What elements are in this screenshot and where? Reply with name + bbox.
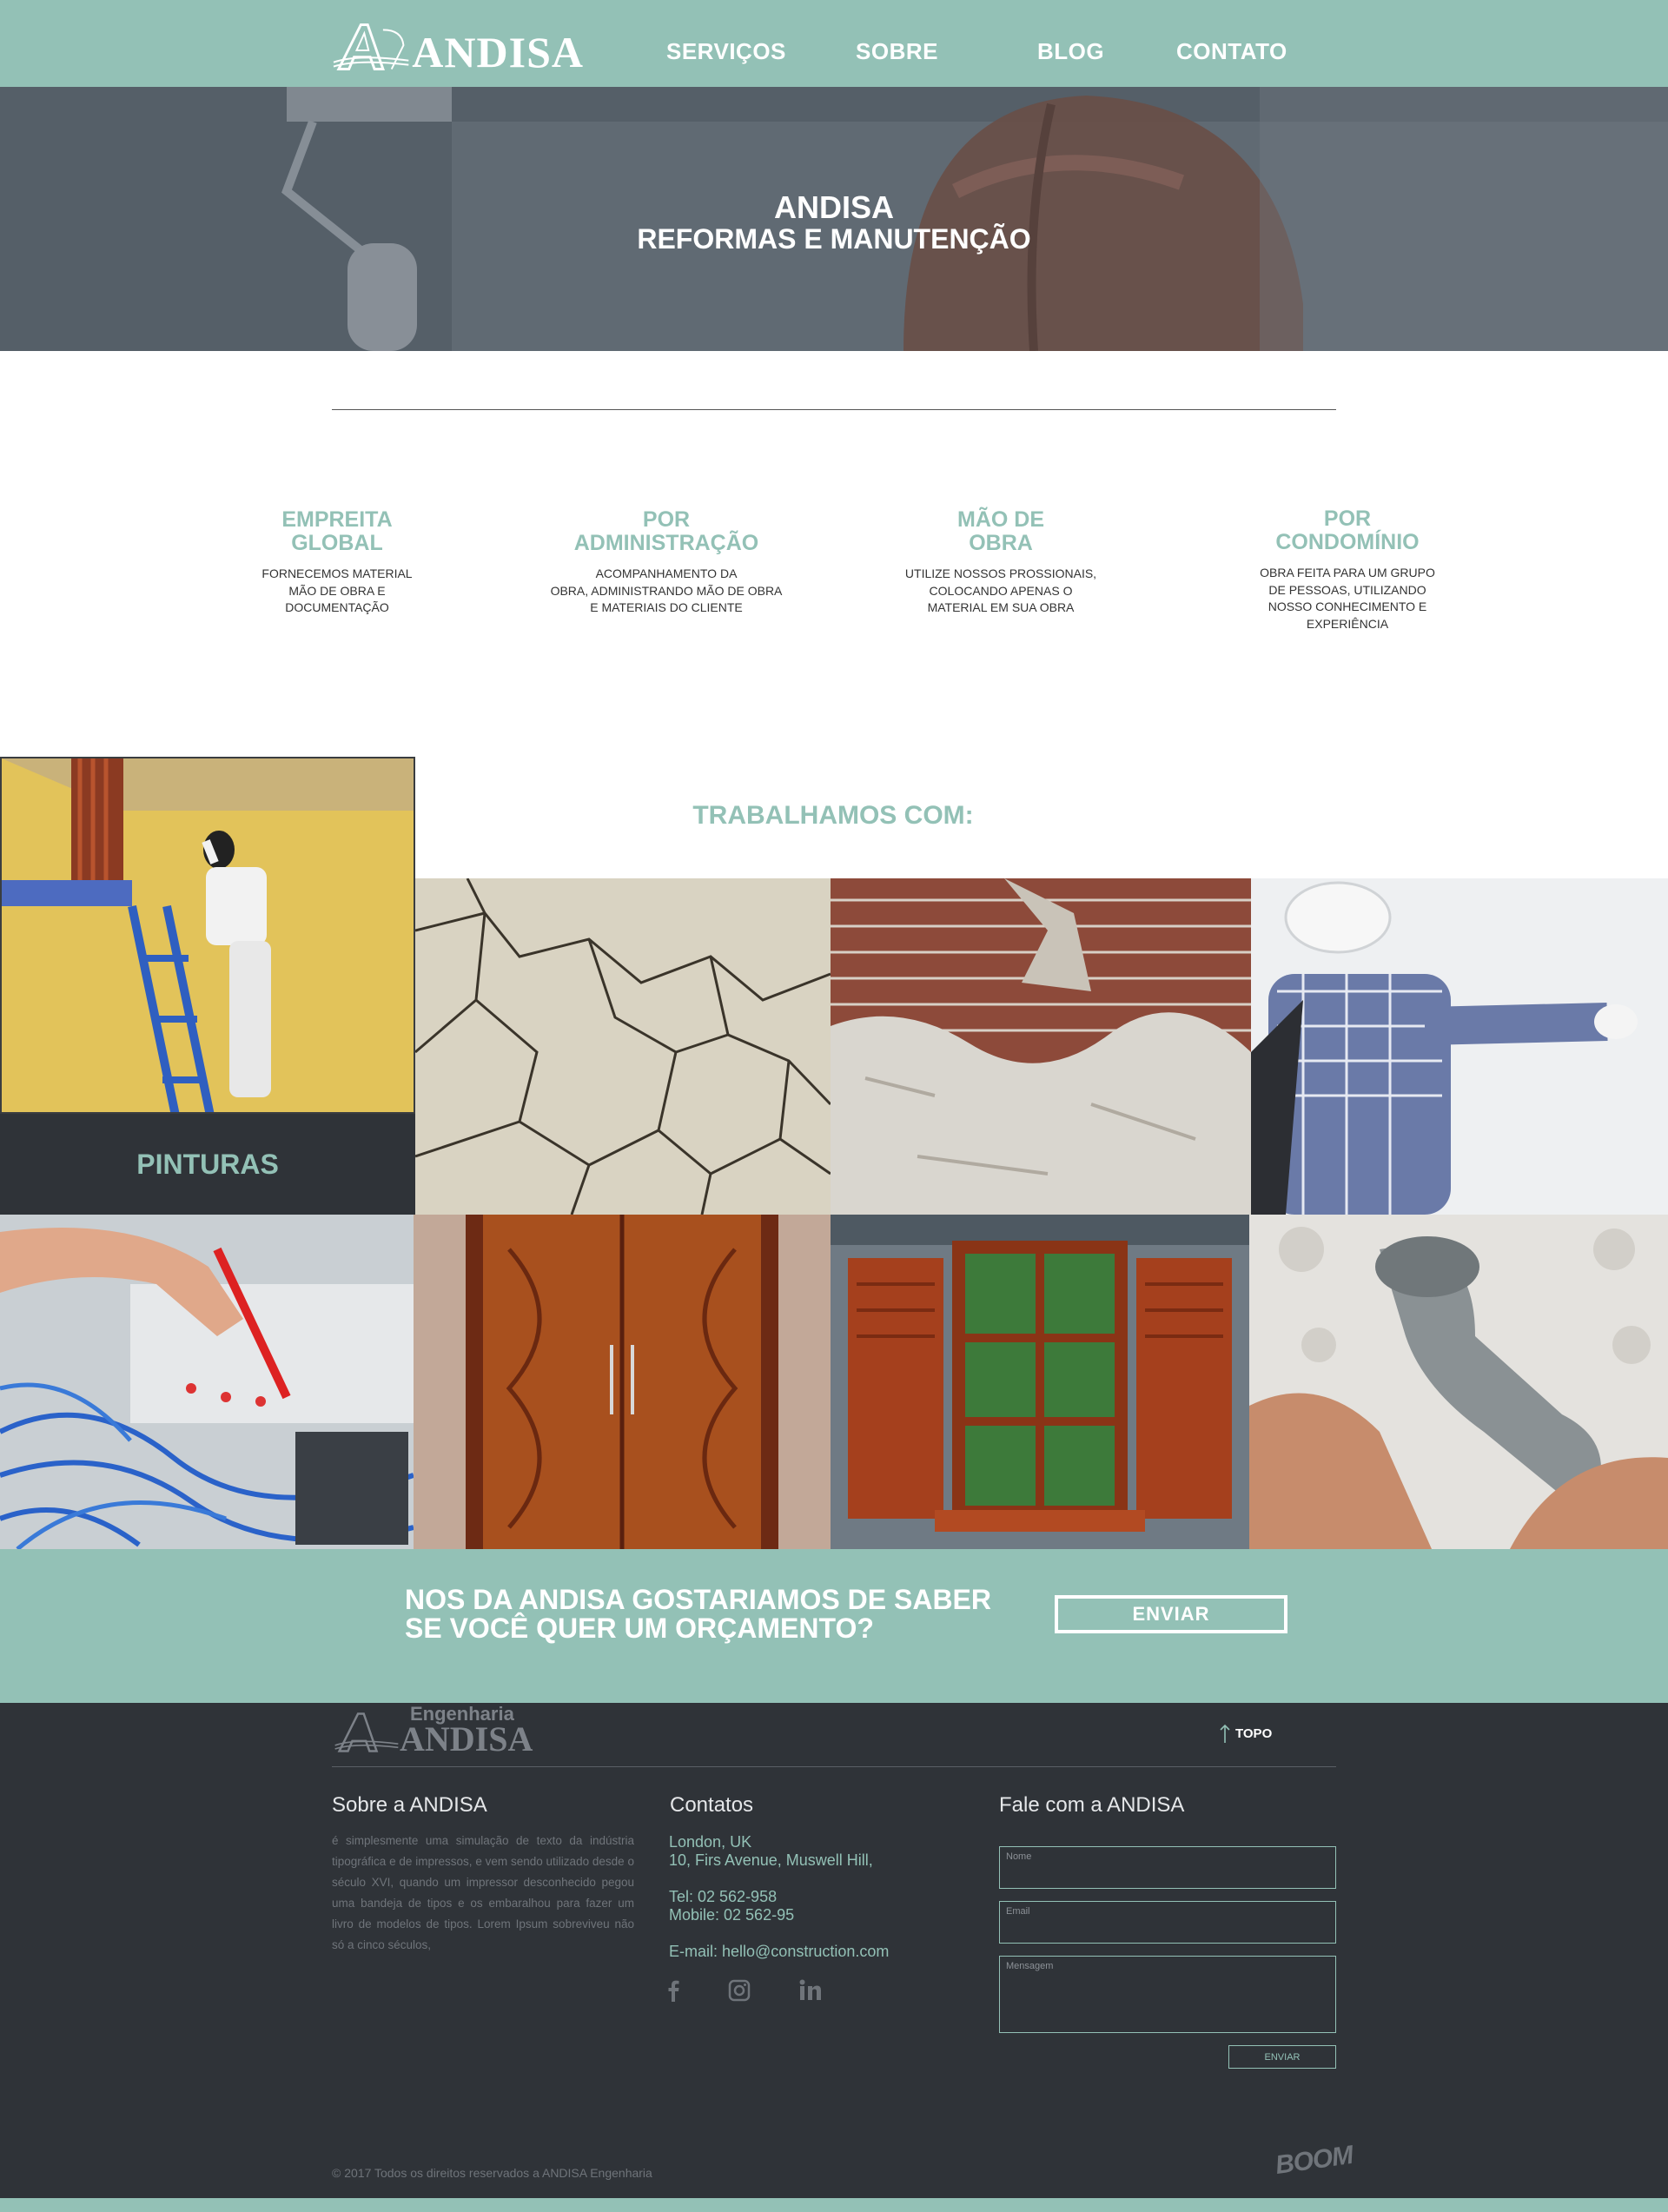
hero-title: ANDISA xyxy=(773,189,894,225)
phone-tel: Tel: 02 562-958 xyxy=(669,1888,778,1905)
cracked-wall-image[interactable] xyxy=(415,878,831,1215)
logo[interactable]: ANDISA xyxy=(332,17,584,76)
service-title: POR CONDOMÍNIO xyxy=(1275,507,1420,554)
instagram-icon[interactable] xyxy=(728,1979,751,2008)
bottom-accent-bar xyxy=(0,2198,1668,2212)
site-header: ANDISA SERVIÇOS SOBRE BLOG CONTATO xyxy=(0,0,1668,87)
phone-mobile: Mobile: 02 562-95 xyxy=(669,1906,795,1924)
footer-divider xyxy=(332,1766,1336,1767)
address-line-1: London, UK xyxy=(669,1833,752,1851)
hero-subtitle: REFORMAS E MANUTENÇÃO xyxy=(637,223,1031,255)
works-title: TRABALHAMOS COM: xyxy=(692,801,974,830)
arrow-up-icon xyxy=(1220,1724,1230,1743)
about-text: é simplesmente uma simulação de texto da… xyxy=(332,1834,634,1951)
service-description: FORNECEMOS MATERIAL MÃO DE OBRA E DOCUME… xyxy=(261,566,413,614)
site-footer: Engenharia ANDISA TOPO Sobre a ANDISA é … xyxy=(0,1703,1668,2198)
section-divider xyxy=(332,409,1336,410)
brick-wall-image[interactable] xyxy=(831,878,1251,1215)
hero-banner: ANDISA REFORMAS E MANUTENÇÃO xyxy=(0,87,1668,351)
service-title: EMPREITA GLOBAL xyxy=(281,507,393,555)
back-to-top-link[interactable]: TOPO xyxy=(1220,1724,1272,1743)
nav-servicos[interactable]: SERVIÇOS xyxy=(666,38,786,65)
email-link[interactable]: E-mail: hello@construction.com xyxy=(669,1943,889,1961)
email-field[interactable]: Email xyxy=(999,1901,1336,1944)
footer-logo-icon xyxy=(334,1712,399,1752)
message-field-label: Mensagem xyxy=(1006,1961,1054,1971)
worker-wall-image[interactable] xyxy=(1251,878,1668,1215)
nav-blog[interactable]: BLOG xyxy=(1037,38,1104,65)
back-to-top-label: TOPO xyxy=(1235,1725,1273,1741)
contacts-title: Contatos xyxy=(670,1793,754,1817)
plumbing-image[interactable] xyxy=(1249,1215,1668,1549)
quote-line-1: NOS DA ANDISA GOSTARIAMOS DE SABER xyxy=(405,1584,991,1615)
nav-contato[interactable]: CONTATO xyxy=(1176,38,1287,65)
service-description: UTILIZE NOSSOS PROSSIONAIS, COLOCANDO AP… xyxy=(904,566,1097,614)
copyright-text: © 2017 Todos os direitos reservados a AN… xyxy=(332,2166,652,2180)
quote-send-button[interactable]: ENVIAR xyxy=(1055,1595,1287,1633)
painting-label[interactable]: PINTURAS xyxy=(0,1114,415,1215)
service-por-administracao: POR ADMINISTRAÇÃO ACOMPANHAMENTO DA OBRA… xyxy=(536,508,797,617)
logo-icon xyxy=(333,23,409,70)
address-line-2: 10, Firs Avenue, Muswell Hill, xyxy=(669,1851,873,1869)
contact-form-title: Fale com a ANDISA xyxy=(999,1793,1185,1817)
wooden-window-image[interactable] xyxy=(831,1215,1249,1549)
credit-logo: BOOM xyxy=(1274,2140,1355,2181)
form-send-button[interactable]: ENVIAR xyxy=(1228,2045,1336,2069)
wooden-door-image[interactable] xyxy=(414,1215,831,1549)
quote-text: NOS DA ANDISA GOSTARIAMOS DE SABER SE VO… xyxy=(405,1586,991,1643)
message-field[interactable]: Mensagem xyxy=(999,1956,1336,2033)
logo-text: ANDISA xyxy=(412,28,584,76)
name-field-label: Nome xyxy=(1006,1851,1032,1862)
service-title: POR ADMINISTRAÇÃO xyxy=(573,507,759,555)
quote-banner: NOS DA ANDISA GOSTARIAMOS DE SABER SE VO… xyxy=(0,1549,1668,1703)
electrical-image[interactable] xyxy=(0,1215,414,1549)
service-title: MÃO DE OBRA xyxy=(957,507,1044,555)
painting-image[interactable] xyxy=(0,757,415,1114)
about-title: Sobre a ANDISA xyxy=(332,1793,487,1817)
page: ANDISA SERVIÇOS SOBRE BLOG CONTATO ANDIS… xyxy=(0,0,1668,2212)
service-description: OBRA FEITA PARA UM GRUPO DE PESSOAS, UTI… xyxy=(1260,566,1435,631)
footer-logo-name: ANDISA xyxy=(400,1719,533,1758)
service-mao-de-obra: MÃO DE OBRA UTILIZE NOSSOS PROSSIONAIS, … xyxy=(886,508,1115,617)
service-empreita-global: EMPREITA GLOBAL FORNECEMOS MATERIAL MÃO … xyxy=(233,508,441,617)
name-field[interactable]: Nome xyxy=(999,1846,1336,1889)
email-field-label: Email xyxy=(1006,1906,1030,1917)
nav-sobre[interactable]: SOBRE xyxy=(856,38,938,65)
service-description: ACOMPANHAMENTO DA OBRA, ADMINISTRANDO MÃ… xyxy=(550,566,783,614)
quote-line-2: SE VOCÊ QUER UM ORÇAMENTO? xyxy=(405,1613,874,1644)
service-por-condominio: POR CONDOMÍNIO OBRA FEITA PARA UM GRUPO … xyxy=(1234,507,1461,632)
facebook-icon[interactable] xyxy=(667,1979,679,2008)
linkedin-icon[interactable] xyxy=(799,1979,822,2006)
